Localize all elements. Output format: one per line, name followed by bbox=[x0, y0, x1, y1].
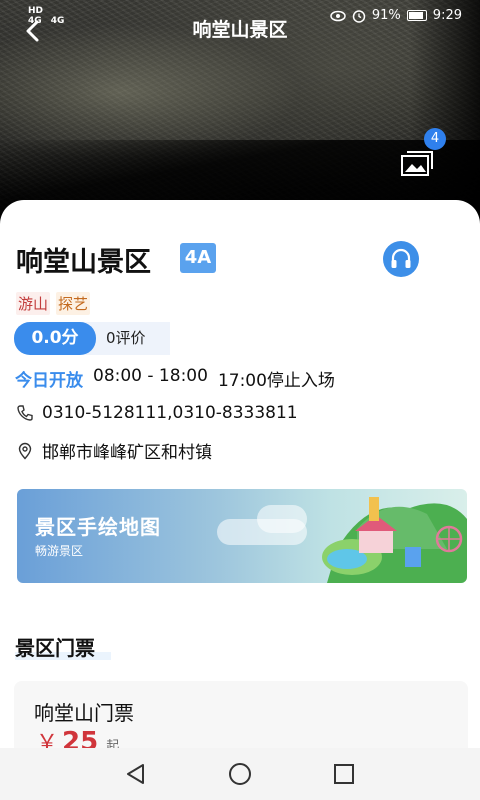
nav-back-icon[interactable] bbox=[123, 761, 149, 787]
tag-item: 探艺 bbox=[56, 292, 91, 315]
headphones-icon bbox=[391, 248, 411, 268]
map-banner-title: 景区手绘地图 bbox=[35, 515, 161, 539]
tag-list: 游山 探艺 bbox=[16, 292, 91, 315]
open-today-label: 今日开放 bbox=[15, 371, 83, 391]
tag-item: 游山 bbox=[16, 292, 51, 315]
address-row[interactable]: 邯郸市峰峰矿区和村镇 bbox=[16, 438, 212, 463]
address-text: 邯郸市峰峰矿区和村镇 bbox=[42, 443, 212, 463]
opening-hours: 今日开放 08:00 - 18:00 17:00停止入场 bbox=[15, 366, 335, 391]
system-nav-bar bbox=[0, 748, 480, 800]
last-entry-text: 17:00停止入场 bbox=[217, 371, 335, 391]
map-banner-subtitle: 畅游景区 bbox=[35, 544, 84, 558]
nav-recents-icon[interactable] bbox=[331, 761, 357, 787]
score-badge: 0.0分 bbox=[14, 322, 96, 355]
location-pin-icon bbox=[18, 442, 32, 460]
phone-row[interactable]: 0310-5128111,0310-8333811 bbox=[16, 403, 298, 423]
nav-home-icon[interactable] bbox=[227, 761, 253, 787]
level-badge: 4A bbox=[180, 243, 216, 273]
park-illustration-icon bbox=[322, 497, 467, 583]
phone-number: 0310-5128111,0310-8333811 bbox=[42, 403, 298, 423]
phone-icon bbox=[17, 405, 33, 421]
photo-count-badge: 4 bbox=[424, 128, 446, 150]
review-count: 0评价 bbox=[106, 329, 146, 347]
rating-row[interactable]: 0.0分 0评价 bbox=[14, 322, 170, 355]
audio-guide-button[interactable] bbox=[383, 241, 419, 277]
page-title: 响堂山景区 bbox=[192, 19, 288, 41]
hours-text: 08:00 - 18:00 bbox=[93, 366, 208, 386]
detail-card: 响堂山景区 4A 游山 探艺 0.0分 0评价 今日开放 08:00 - 18:… bbox=[0, 200, 480, 771]
tickets-section-title: 景区门票 bbox=[15, 636, 95, 660]
hand-drawn-map-banner[interactable]: 景区手绘地图 畅游景区 bbox=[17, 489, 467, 583]
ticket-name: 响堂山门票 bbox=[34, 701, 134, 725]
gallery-button[interactable] bbox=[400, 148, 436, 178]
spot-name: 响堂山景区 bbox=[16, 247, 151, 278]
photos-icon bbox=[401, 151, 433, 176]
